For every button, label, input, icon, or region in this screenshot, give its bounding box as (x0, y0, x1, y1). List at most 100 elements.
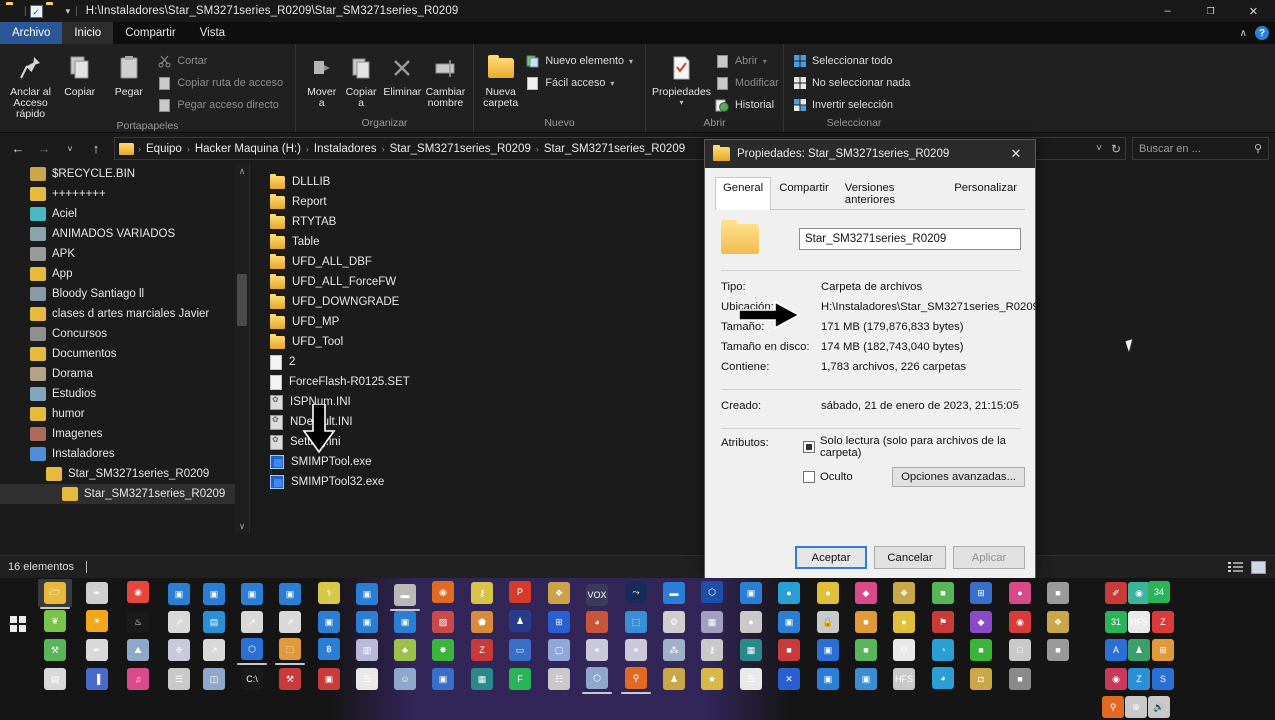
taskbar-icon-hfs-app[interactable]: H (893, 639, 915, 661)
taskbar-icon-purple-app[interactable]: ◆ (970, 611, 992, 633)
taskbar-icon-cube-grey[interactable]: ⬡ (586, 667, 608, 689)
minimize-button[interactable]: – (1146, 0, 1189, 22)
tree-item[interactable]: Bloody Santiago ll (0, 284, 249, 304)
tree-item[interactable]: Concursos (0, 324, 249, 344)
tab-archivo[interactable]: Archivo (0, 22, 63, 44)
cut-button[interactable]: Cortar (157, 51, 289, 71)
taskbar-icon-p-app[interactable]: P (509, 581, 531, 603)
rename-button[interactable]: Cambiar nombre (424, 47, 467, 109)
taskbar-icon-red-tool-2[interactable]: ▣ (318, 668, 340, 690)
taskbar-icon-film-app[interactable]: ☷ (548, 668, 570, 690)
taskbar-icon-green-app[interactable]: ■ (932, 582, 954, 604)
invert-selection-button[interactable]: Invertir selección (792, 95, 916, 115)
easy-access-button[interactable]: Fácil acceso ▾ (525, 73, 639, 93)
taskbar-icon-chat-app[interactable]: ▬ (663, 582, 685, 604)
taskbar-icon-grey-app[interactable]: ■ (1047, 582, 1069, 604)
taskbar-icon-shortcut-4[interactable]: ↗ (203, 639, 225, 661)
copy-to-button[interactable]: Copiar a (341, 47, 380, 109)
edit-button[interactable]: Modificar (715, 73, 785, 93)
taskbar-icon-doc-app[interactable]: ☰ (356, 668, 378, 690)
taskbar-icon-sparkle-app[interactable]: ❈ (168, 639, 190, 661)
taskbar-icon-lock-app[interactable]: 🔒 (817, 611, 839, 633)
taskbar-icon-red-flag[interactable]: ⚑ (932, 611, 954, 633)
taskbar-icon-network-tray[interactable]: ⊕ (1125, 696, 1147, 718)
paste-button[interactable]: Pegar (104, 47, 153, 98)
taskbar-icon-scan-app[interactable]: ☰ (168, 668, 190, 690)
hidden-row[interactable]: Oculto Opciones avanzadas... (803, 467, 1025, 487)
taskbar-icon-green-disc[interactable]: ◉ (1128, 582, 1150, 604)
taskbar-icon-media-app-6[interactable]: ▣ (318, 611, 340, 633)
scroll-up-icon[interactable]: ∧ (235, 164, 249, 178)
tree-item[interactable]: Dorama (0, 364, 249, 384)
taskbar-icon-share-app-2[interactable]: ⚭ (625, 639, 647, 661)
taskbar-icon-pink-app[interactable]: ◆ (855, 582, 877, 604)
breadcrumb-equipo[interactable]: Equipo (143, 143, 185, 155)
taskbar-icon-calendar-34[interactable]: 34 (1148, 581, 1170, 603)
taskbar-icon-image-app[interactable]: ⛰ (127, 639, 149, 661)
cancel-button[interactable]: Cancelar (874, 546, 946, 569)
taskbar-icon-search-tray[interactable]: ⚲ (1102, 696, 1124, 718)
taskbar-icon-tree-app[interactable]: ♣ (394, 639, 416, 661)
taskbar-icon-orange-sq[interactable]: ■ (855, 611, 877, 633)
tree-item[interactable]: ANIMADOS VARIADOS (0, 224, 249, 244)
tree-item[interactable]: App (0, 264, 249, 284)
tree-scroll-thumb[interactable] (237, 274, 247, 326)
readonly-checkbox[interactable] (803, 441, 815, 453)
dialog-tab-general[interactable]: General (715, 177, 772, 210)
tree-item[interactable]: Estudios (0, 384, 249, 404)
dialog-tab-versiones[interactable]: Versiones anteriores (837, 177, 946, 210)
tree-item[interactable]: Imagenes (0, 424, 249, 444)
history-button[interactable]: Historial (715, 95, 785, 115)
taskbar-icon-grey-2[interactable]: ■ (1047, 639, 1069, 661)
readonly-row[interactable]: Solo lectura (solo para archivos de la c… (803, 435, 1025, 459)
taskbar-icon-z-blue[interactable]: Z (1128, 668, 1150, 690)
hidden-checkbox[interactable] (803, 471, 815, 483)
taskbar-icon-firefox[interactable]: ◉ (432, 581, 454, 603)
tiles-view-button[interactable] (1250, 560, 1267, 575)
search-input[interactable]: Buscar en ... ⚲ (1132, 137, 1269, 160)
taskbar-icon-media-app-5[interactable]: ▣ (356, 583, 378, 605)
taskbar-icon-tool-wrench[interactable]: ⚒ (44, 639, 66, 661)
taskbar-icon-cmd-app[interactable]: C:\ (241, 668, 263, 690)
refresh-icon[interactable]: ↻ (1105, 142, 1121, 156)
tab-vista[interactable]: Vista (188, 22, 237, 44)
breadcrumb-star-2[interactable]: Star_SM3271series_R0209 (541, 143, 688, 155)
history-dropdown-icon[interactable]: ˅ (1096, 143, 1102, 154)
chevron-down-icon[interactable]: ▾ (629, 57, 633, 66)
tree-item[interactable]: clases d artes marciales Javier (0, 304, 249, 324)
paste-shortcut-button[interactable]: Pegar acceso directo (157, 95, 289, 115)
collapse-ribbon-icon[interactable]: ∧ (1240, 28, 1247, 39)
advanced-options-button[interactable]: Opciones avanzadas... (892, 467, 1025, 487)
taskbar-icon-net-app[interactable]: ⬚ (625, 611, 647, 633)
windows-start-button[interactable] (4, 610, 32, 638)
taskbar-icon-pink-2[interactable]: ● (1009, 582, 1031, 604)
taskbar-icon-search-magnifier[interactable]: ⚲ (625, 667, 647, 689)
tree-item[interactable]: Star_SM3271series_R0209 (0, 464, 249, 484)
taskbar-icon-music-app[interactable]: ♫ (127, 668, 149, 690)
taskbar-icon-tool-app[interactable]: ✒ (86, 582, 108, 604)
breadcrumb-drive[interactable]: Hacker Maquina (H:) (192, 143, 304, 155)
taskbar-icon-a-tray[interactable]: A (1105, 639, 1127, 661)
move-to-button[interactable]: Mover a (302, 47, 341, 109)
breadcrumb-instaladores[interactable]: Instaladores (311, 143, 380, 155)
taskbar-icon-vox-app[interactable]: VOX (586, 584, 608, 606)
copy-button[interactable]: Copiar (55, 47, 104, 98)
taskbar-icon-monitor-app[interactable]: ▢ (548, 639, 570, 661)
taskbar-icon-green-f-app[interactable]: F (509, 668, 531, 690)
delete-button[interactable]: Eliminar (381, 47, 424, 98)
new-folder-quick-icon[interactable] (46, 4, 61, 18)
taskbar-icon-sys-app[interactable]: ▦ (701, 611, 723, 633)
taskbar-icon-win-app[interactable]: ⊞ (970, 582, 992, 604)
taskbar-icon-red-circle[interactable]: ◉ (1009, 611, 1031, 633)
up-button[interactable]: ↑ (84, 137, 108, 161)
tree-item[interactable]: Star_SM3271series_R0209 (0, 484, 249, 504)
taskbar-icon-blue-x[interactable]: ✕ (778, 668, 800, 690)
taskbar-icon-key-app[interactable]: ⚕ (318, 582, 340, 604)
taskbar-icon-blue-ball[interactable]: ● (778, 582, 800, 604)
folder-name-input[interactable]: Star_SM3271series_R0209 (799, 228, 1021, 250)
taskbar-icon-yellow-2[interactable]: ● (893, 611, 915, 633)
taskbar-icon-globe-app[interactable]: ◔ (932, 639, 954, 661)
taskbar-icon-media-app-1[interactable]: ▣ (168, 583, 190, 605)
taskbar-icon-top-app[interactable]: ▤ (44, 668, 66, 690)
chevron-down-icon[interactable]: ▾ (64, 6, 73, 17)
